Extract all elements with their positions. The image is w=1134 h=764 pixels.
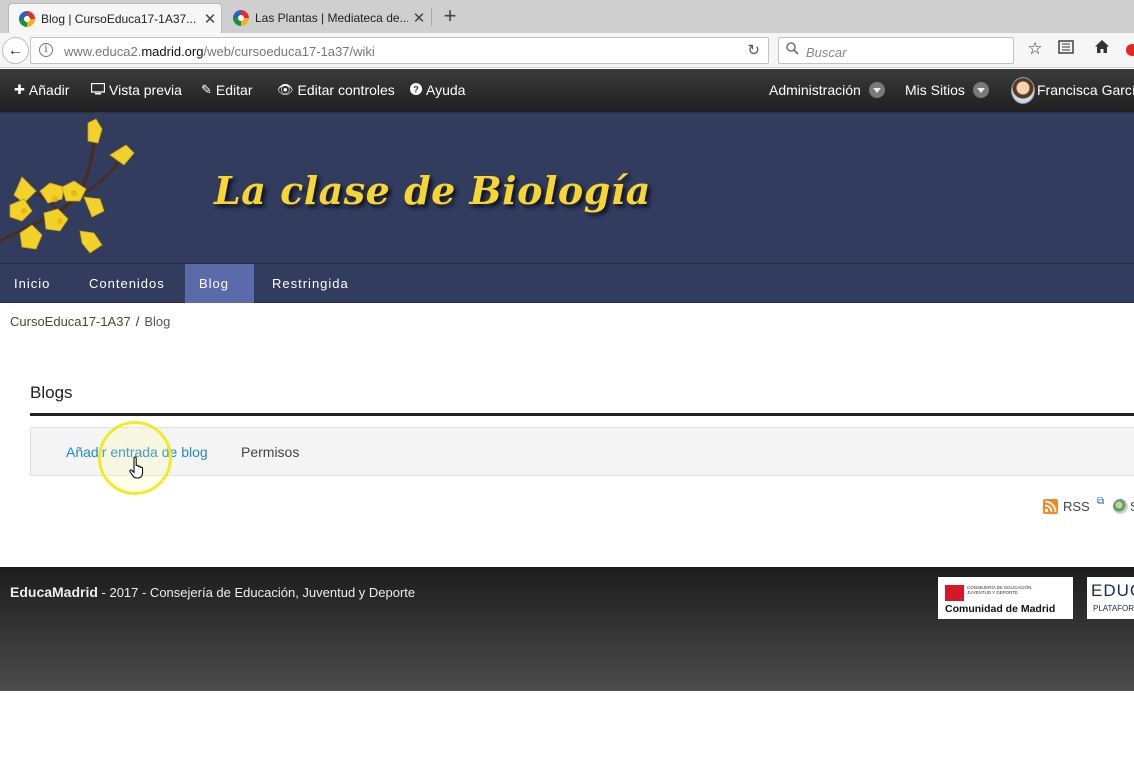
site-footer: EducaMadrid - 2017 - Consejería de Educa… — [0, 567, 1134, 691]
control-dockbar: ✚ Añadir Vista previa ✎ Editar 👁 Editar con… — [0, 69, 1134, 112]
search-input[interactable]: Buscar — [778, 37, 1014, 64]
tab-divider — [431, 8, 432, 26]
search-placeholder: Buscar — [806, 45, 847, 60]
bookmark-star-icon[interactable]: ☆ — [1024, 39, 1046, 59]
extension-icon[interactable] — [1126, 44, 1134, 56]
nav-item-inicio[interactable]: Inicio — [0, 264, 64, 303]
avatar[interactable] — [1011, 77, 1035, 104]
edit-icon: ✎ — [201, 82, 212, 97]
logo-small-text: PLATAFORMA — [1093, 604, 1134, 613]
breadcrumb-current: Blog — [144, 314, 171, 329]
question-icon: ? — [410, 82, 422, 98]
logo-small-text: CONSEJERÍA DE EDUCACIÓN, JUVENTUD Y DEPO… — [967, 585, 1033, 595]
permissions-button[interactable]: Permisos — [241, 444, 299, 460]
page-title: Blogs — [30, 383, 73, 402]
rss-link[interactable]: RSS — [1063, 499, 1090, 514]
hand-cursor-icon — [129, 456, 144, 479]
my-sites-menu[interactable]: Mis Sitios — [905, 82, 989, 98]
edit-button[interactable]: ✎ Editar — [201, 82, 252, 98]
user-menu[interactable]: Francisca García — [1037, 82, 1134, 98]
monitor-icon — [90, 82, 106, 98]
logo-main-text: Comunidad de Madrid — [945, 603, 1056, 615]
breadcrumb: CursoEduca17-1A37 / Blog — [10, 314, 170, 329]
search-icon — [786, 42, 799, 58]
nav-item-contenidos[interactable]: Contenidos — [75, 264, 179, 303]
plus-icon: ✚ — [14, 82, 25, 97]
new-tab-button[interactable]: + — [438, 3, 462, 29]
admin-menu[interactable]: Administración — [769, 82, 885, 98]
site-banner: La clase de Biología — [0, 112, 1134, 263]
site-navigation: Inicio Contenidos Blog Restringida — [0, 263, 1134, 303]
info-icon[interactable]: i — [39, 43, 53, 57]
preview-button[interactable]: Vista previa — [90, 82, 182, 98]
reload-icon[interactable]: ↻ — [747, 41, 760, 59]
browser-navbar: ← i www.educa2.madrid.org/web/cursoeduca… — [0, 33, 1134, 68]
madrid-flag-icon — [945, 585, 964, 601]
nav-item-restringida[interactable]: Restringida — [258, 264, 363, 303]
nav-item-blog[interactable]: Blog — [185, 264, 254, 303]
title-divider — [30, 413, 1134, 416]
chevron-down-icon — [972, 82, 989, 98]
browser-tab-active[interactable]: Blog | CursoEduca17-1A37... ✕ — [8, 3, 222, 33]
close-tab-icon[interactable]: ✕ — [408, 9, 430, 27]
logo-main-text: EDUCA — [1091, 581, 1134, 600]
footer-text: EducaMadrid - 2017 - Consejería de Educa… — [10, 584, 416, 600]
back-button[interactable]: ← — [2, 37, 29, 64]
browser-tabstrip: Blog | CursoEduca17-1A37... ✕ Las Planta… — [0, 0, 1134, 33]
add-button[interactable]: ✚ Añadir — [14, 82, 69, 98]
reading-list-icon[interactable] — [1055, 39, 1077, 59]
external-link-icon: ⧉ — [1097, 496, 1105, 507]
footer-brand[interactable]: EducaMadrid — [10, 584, 98, 600]
url-text: www.educa2.madrid.org/web/cursoeduca17-1… — [64, 44, 375, 59]
subscribe-label-partial[interactable]: S — [1130, 499, 1134, 514]
comunidad-madrid-logo[interactable]: CONSEJERÍA DE EDUCACIÓN, JUVENTUD Y DEPO… — [938, 577, 1073, 619]
tab-title: Las Plantas | Mediateca de... — [255, 11, 408, 25]
site-title: La clase de Biología — [214, 168, 651, 213]
close-tab-icon[interactable]: ✕ — [199, 10, 221, 28]
breadcrumb-separator: / — [135, 314, 140, 329]
browser-tab[interactable]: Las Plantas | Mediateca de... ✕ — [223, 3, 430, 33]
help-button[interactable]: ? Ayuda — [410, 82, 465, 98]
chevron-down-icon — [868, 82, 885, 98]
flower-logo — [0, 118, 135, 254]
educamadrid-logo[interactable]: EDUCA PLATAFORMA — [1087, 577, 1134, 619]
site-favicon-icon — [19, 10, 35, 27]
site-favicon-icon — [233, 10, 249, 26]
eye-icon: 👁 — [277, 82, 294, 97]
breadcrumb-link[interactable]: CursoEduca17-1A37 — [10, 314, 131, 329]
address-bar[interactable]: i www.educa2.madrid.org/web/cursoeduca17… — [30, 37, 769, 64]
home-icon[interactable] — [1091, 39, 1113, 59]
edit-controls-button[interactable]: 👁 Editar controles — [277, 82, 395, 98]
rss-icon[interactable] — [1043, 499, 1058, 514]
tab-title: Blog | CursoEduca17-1A37... — [41, 11, 197, 26]
blog-toolbar: Añadir entrada de blog Permisos — [30, 427, 1134, 476]
subscribe-icon[interactable] — [1113, 499, 1128, 514]
svg-text:?: ? — [413, 84, 419, 94]
